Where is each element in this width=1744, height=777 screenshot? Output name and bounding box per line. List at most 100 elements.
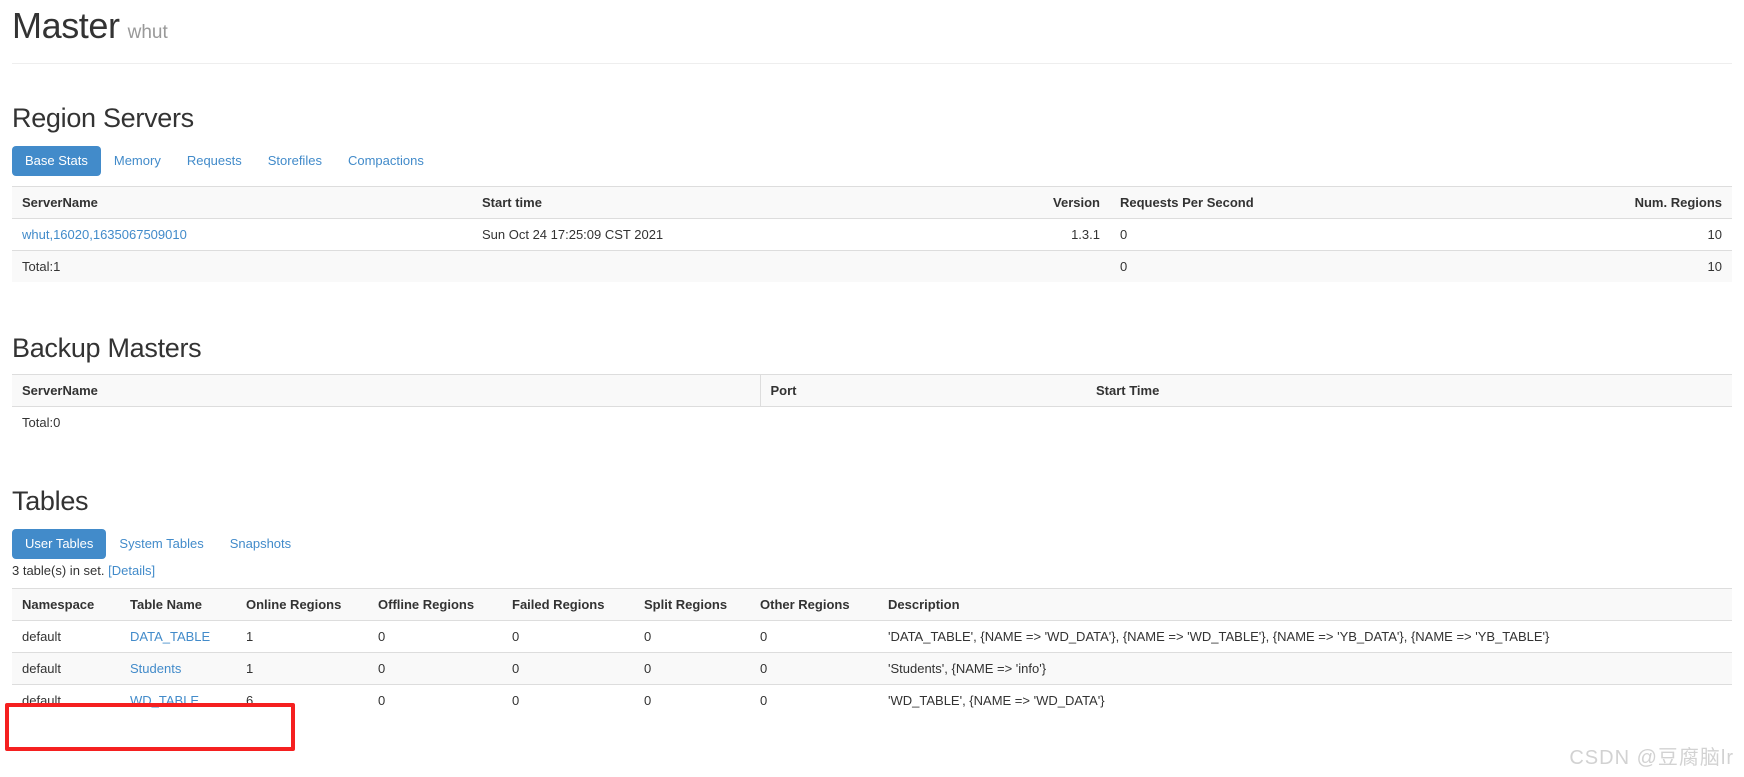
tables-count-line: 3 table(s) in set. [Details] bbox=[12, 563, 1732, 578]
tab-base-stats-link[interactable]: Base Stats bbox=[12, 146, 101, 176]
region-servers-header-row: ServerName Start time Version Requests P… bbox=[12, 186, 1732, 219]
row-description: 'Students', {NAME => 'info'} bbox=[878, 652, 1732, 685]
tab-system-tables-link[interactable]: System Tables bbox=[106, 529, 216, 559]
row-failed-regions: 0 bbox=[502, 684, 634, 716]
tab-storefiles[interactable]: Storefiles bbox=[255, 146, 335, 176]
table-name-link[interactable]: DATA_TABLE bbox=[130, 629, 210, 644]
region-servers-total-label: Total:1 bbox=[12, 250, 472, 282]
backup-masters-table: ServerName Port Start Time Total:0 bbox=[12, 374, 1732, 438]
backup-masters-total-row: Total:0 bbox=[12, 406, 1732, 438]
row-online-regions: 6 bbox=[236, 684, 368, 716]
tab-snapshots-link[interactable]: Snapshots bbox=[217, 529, 304, 559]
column-header-requests-per-second: Requests Per Second bbox=[1110, 186, 1480, 219]
page-title-subtitle: whut bbox=[127, 22, 168, 43]
tab-storefiles-link[interactable]: Storefiles bbox=[255, 146, 335, 176]
column-header-num-regions: Num. Regions bbox=[1480, 186, 1732, 219]
table-name-link[interactable]: Students bbox=[130, 661, 181, 676]
column-header-namespace: Namespace bbox=[12, 588, 120, 621]
page-title-text: Master bbox=[12, 5, 120, 46]
tab-snapshots[interactable]: Snapshots bbox=[217, 529, 304, 559]
row-other-regions: 0 bbox=[750, 652, 878, 685]
tab-base-stats[interactable]: Base Stats bbox=[12, 146, 101, 176]
row-split-regions: 0 bbox=[634, 620, 750, 653]
tab-compactions-link[interactable]: Compactions bbox=[335, 146, 437, 176]
column-header-other-regions: Other Regions bbox=[750, 588, 878, 621]
tables-tabs: User Tables System Tables Snapshots bbox=[12, 529, 1732, 559]
column-header-starttime: Start time bbox=[472, 186, 950, 219]
tab-compactions[interactable]: Compactions bbox=[335, 146, 437, 176]
backup-masters-total-port bbox=[760, 406, 1086, 438]
tables-details-link[interactable]: [Details] bbox=[108, 563, 155, 578]
backup-masters-title: Backup Masters bbox=[12, 333, 202, 363]
region-servers-total-row: Total:1 0 10 bbox=[12, 250, 1732, 282]
page-title: Master whut bbox=[12, 4, 1732, 55]
column-header-online-regions: Online Regions bbox=[236, 588, 368, 621]
column-header-failed-regions: Failed Regions bbox=[502, 588, 634, 621]
column-header-description: Description bbox=[878, 588, 1732, 621]
row-split-regions: 0 bbox=[634, 652, 750, 685]
row-description: 'DATA_TABLE', {NAME => 'WD_DATA'}, {NAME… bbox=[878, 620, 1732, 653]
row-other-regions: 0 bbox=[750, 684, 878, 716]
region-server-name-cell: whut,16020,1635067509010 bbox=[12, 218, 472, 251]
table-row: whut,16020,1635067509010 Sun Oct 24 17:2… bbox=[12, 218, 1732, 251]
backup-masters-section: Backup Masters ServerName Port Start Tim… bbox=[12, 332, 1732, 438]
tables-count-text: 3 table(s) in set. bbox=[12, 563, 105, 578]
region-server-rps-cell: 0 bbox=[1110, 218, 1480, 251]
row-table-name: WD_TABLE bbox=[120, 684, 236, 716]
region-servers-table: ServerName Start time Version Requests P… bbox=[12, 186, 1732, 282]
row-namespace: default bbox=[12, 620, 120, 653]
backup-masters-header-row: ServerName Port Start Time bbox=[12, 374, 1732, 407]
region-servers-total-rps: 0 bbox=[1110, 250, 1480, 282]
backup-masters-total-label: Total:0 bbox=[12, 406, 760, 438]
row-failed-regions: 0 bbox=[502, 652, 634, 685]
region-servers-title: Region Servers bbox=[12, 103, 194, 133]
region-server-numregions-cell: 10 bbox=[1480, 218, 1732, 251]
row-description: 'WD_TABLE', {NAME => 'WD_DATA'} bbox=[878, 684, 1732, 716]
row-offline-regions: 0 bbox=[368, 620, 502, 653]
csdn-watermark: CSDN @豆腐脑lr bbox=[1569, 747, 1734, 769]
row-namespace: default bbox=[12, 684, 120, 716]
column-header-version: Version bbox=[950, 186, 1110, 219]
region-server-link[interactable]: whut,16020,1635067509010 bbox=[22, 227, 187, 242]
tables-section: Tables User Tables System Tables Snapsho… bbox=[12, 485, 1732, 716]
column-header-table-name: Table Name bbox=[120, 588, 236, 621]
tab-requests-link[interactable]: Requests bbox=[174, 146, 255, 176]
tab-memory-link[interactable]: Memory bbox=[101, 146, 174, 176]
region-server-starttime-cell: Sun Oct 24 17:25:09 CST 2021 bbox=[472, 218, 950, 251]
region-servers-section: Region Servers Base Stats Memory Request… bbox=[12, 102, 1732, 282]
table-row: default WD_TABLE 6 0 0 0 0 'WD_TABLE', {… bbox=[12, 684, 1732, 716]
column-header-bm-port: Port bbox=[760, 374, 1086, 407]
table-row: default DATA_TABLE 1 0 0 0 0 'DATA_TABLE… bbox=[12, 620, 1732, 653]
user-tables-table: Namespace Table Name Online Regions Offl… bbox=[12, 588, 1732, 716]
tab-system-tables[interactable]: System Tables bbox=[106, 529, 216, 559]
page-root: Master whut Region Servers Base Stats Mem… bbox=[0, 0, 1744, 716]
column-header-offline-regions: Offline Regions bbox=[368, 588, 502, 621]
row-table-name: Students bbox=[120, 652, 236, 685]
user-tables-header-row: Namespace Table Name Online Regions Offl… bbox=[12, 588, 1732, 621]
column-header-split-regions: Split Regions bbox=[634, 588, 750, 621]
row-other-regions: 0 bbox=[750, 620, 878, 653]
tab-requests[interactable]: Requests bbox=[174, 146, 255, 176]
row-offline-regions: 0 bbox=[368, 652, 502, 685]
backup-masters-total-starttime bbox=[1086, 406, 1732, 438]
tables-title: Tables bbox=[12, 486, 89, 516]
row-failed-regions: 0 bbox=[502, 620, 634, 653]
row-namespace: default bbox=[12, 652, 120, 685]
column-header-servername: ServerName bbox=[12, 186, 472, 219]
table-name-link[interactable]: WD_TABLE bbox=[130, 693, 199, 708]
column-header-bm-servername: ServerName bbox=[12, 374, 761, 407]
region-servers-total-starttime bbox=[472, 250, 950, 282]
region-server-version-cell: 1.3.1 bbox=[950, 218, 1110, 251]
tab-memory[interactable]: Memory bbox=[101, 146, 174, 176]
column-header-bm-starttime: Start Time bbox=[1086, 374, 1732, 407]
row-table-name: DATA_TABLE bbox=[120, 620, 236, 653]
tab-user-tables-link[interactable]: User Tables bbox=[12, 529, 107, 559]
table-row: default Students 1 0 0 0 0 'Students', {… bbox=[12, 652, 1732, 685]
row-online-regions: 1 bbox=[236, 620, 368, 653]
row-offline-regions: 0 bbox=[368, 684, 502, 716]
tab-user-tables[interactable]: User Tables bbox=[12, 529, 107, 559]
region-servers-tabs: Base Stats Memory Requests Storefiles Co… bbox=[12, 146, 1732, 176]
region-servers-total-numregions: 10 bbox=[1480, 250, 1732, 282]
row-online-regions: 1 bbox=[236, 652, 368, 685]
region-servers-total-version bbox=[950, 250, 1110, 282]
